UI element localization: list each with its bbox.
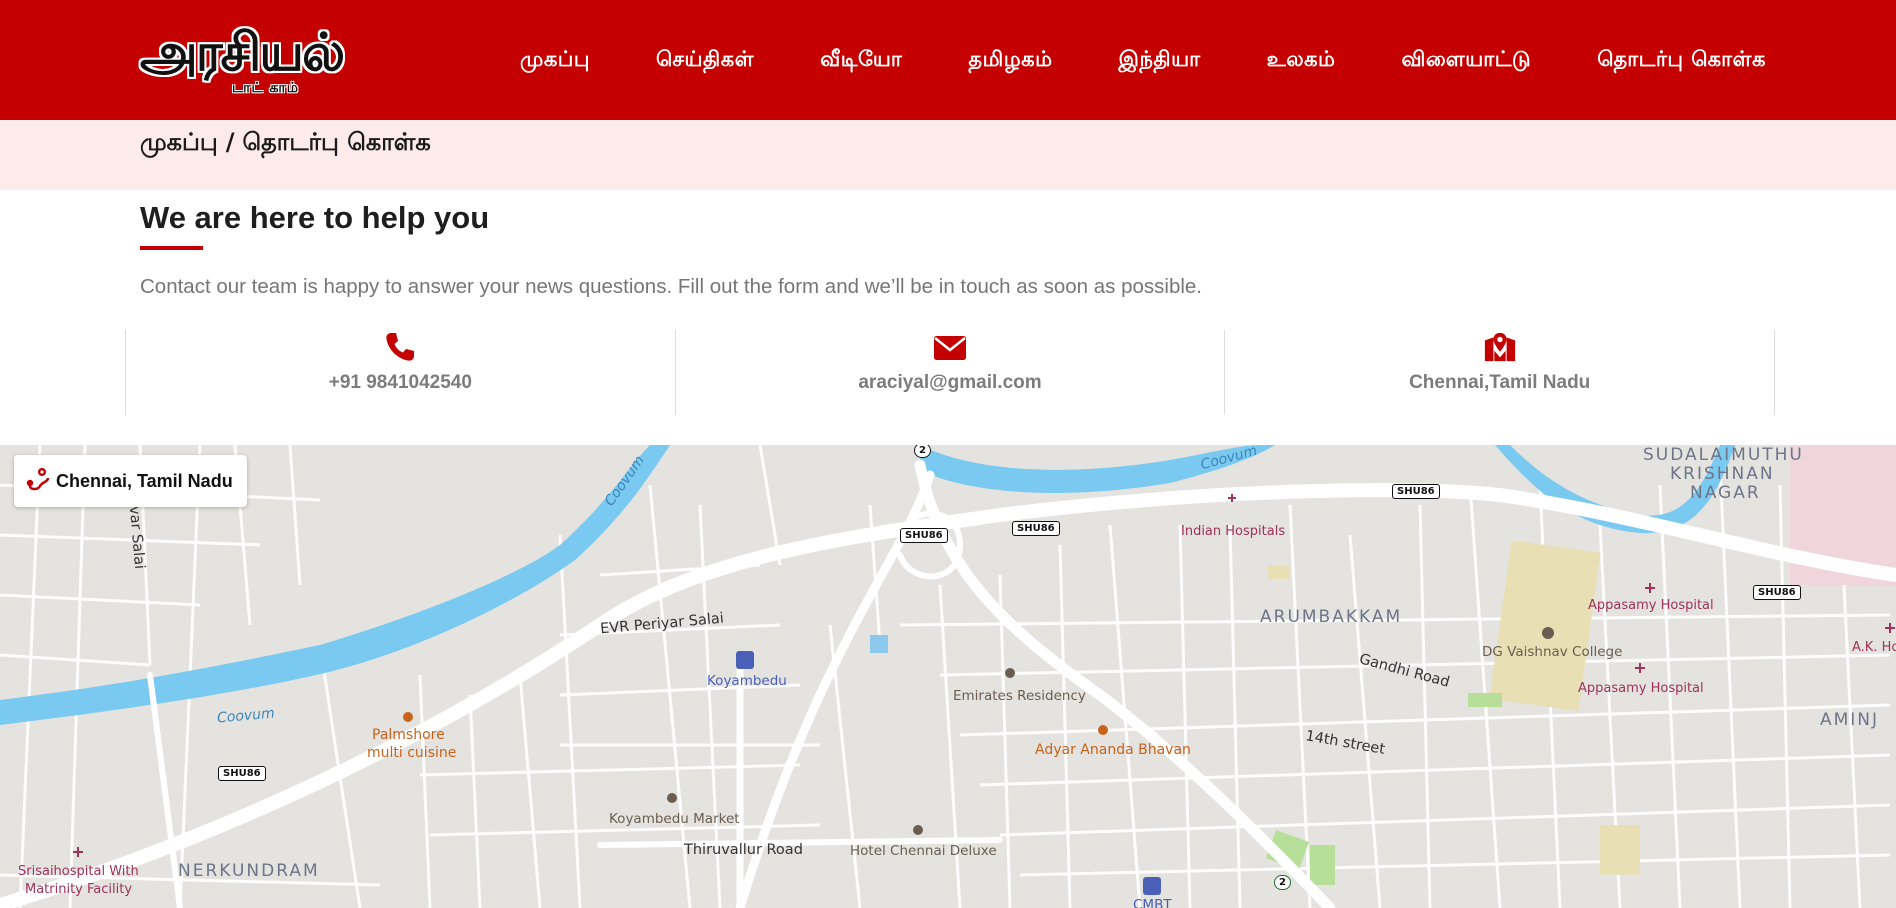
route-shield: SHU86 xyxy=(1753,585,1801,600)
map-label: Srisaihospital With xyxy=(18,864,139,879)
contact-card-phone: +91 9841042540 xyxy=(126,330,676,415)
route-shield: SHU86 xyxy=(1392,484,1440,499)
site-logo[interactable]: அரசியல் டாட் காம் xyxy=(140,22,350,102)
logo-main-text: அரசியல் xyxy=(140,22,345,83)
map-canvas[interactable] xyxy=(0,445,1896,908)
map-label: Appasamy Hospital xyxy=(1588,598,1714,613)
map-label: Indian Hospitals xyxy=(1181,524,1286,539)
embedded-map[interactable]: SUDALAIMUTHU KRISHNAN NAGAR Indian Hospi… xyxy=(0,445,1896,908)
phone-icon xyxy=(383,330,417,364)
nav-item-world[interactable]: உலகம் xyxy=(1267,47,1336,74)
nav-item-tamilnadu[interactable]: தமிழகம் xyxy=(968,47,1052,74)
route-shield: 2 xyxy=(914,445,931,458)
main-nav: முகப்பு செய்திகள் வீடியோ தமிழகம் இந்தியா… xyxy=(520,0,1766,120)
envelope-icon xyxy=(933,330,967,364)
route-shield: SHU86 xyxy=(1012,521,1060,536)
contact-cards: +91 9841042540 araciyal@gmail.com Chenna… xyxy=(125,330,1776,415)
contact-card-email: araciyal@gmail.com xyxy=(676,330,1226,415)
contact-card-location: Chennai,Tamil Nadu xyxy=(1225,330,1776,415)
map-label: A.K. Ho xyxy=(1852,640,1896,655)
map-label: multi cuisine xyxy=(367,745,457,761)
map-label: Hotel Chennai Deluxe xyxy=(850,843,997,859)
map-label: Koyambedu Market xyxy=(609,811,740,827)
map-label: Koyambedu xyxy=(707,673,787,689)
map-location-badge[interactable]: Chennai, Tamil Nadu xyxy=(14,455,247,507)
map-label: NERKUNDRAM xyxy=(178,861,320,881)
nav-item-home[interactable]: முகப்பு xyxy=(520,47,590,74)
breadcrumb: முகப்பு / தொடர்பு கொள்க xyxy=(140,128,431,159)
nav-item-contact[interactable]: தொடர்பு கொள்க xyxy=(1597,47,1766,74)
phone-number-link[interactable]: +91 9841042540 xyxy=(329,372,472,394)
route-shield: 2 xyxy=(1274,875,1291,890)
map-label: DG Vaishnav College xyxy=(1482,644,1623,660)
breadcrumb-separator: / xyxy=(225,128,235,156)
map-label: Thiruvallur Road xyxy=(684,842,803,858)
breadcrumb-current: தொடர்பு கொள்க xyxy=(242,128,431,156)
breadcrumb-home-link[interactable]: முகப்பு xyxy=(140,128,218,156)
map-label: Emirates Residency xyxy=(953,688,1086,704)
nav-item-sports[interactable]: விளையாட்டு xyxy=(1402,47,1532,74)
map-label: SUDALAIMUTHU xyxy=(1643,445,1804,465)
map-label: KRISHNAN xyxy=(1670,464,1775,484)
map-label: Matrinity Facility xyxy=(25,882,133,897)
map-marker-icon xyxy=(1483,330,1517,364)
route-shield: SHU86 xyxy=(218,766,266,781)
map-label: ARUMBAKKAM xyxy=(1260,607,1403,627)
intro-text: Contact our team is happy to answer your… xyxy=(140,275,1203,298)
directions-icon xyxy=(24,466,50,496)
map-label: NAGAR xyxy=(1690,483,1761,503)
map-label: AMINJ xyxy=(1820,710,1880,730)
nav-item-india[interactable]: இந்தியா xyxy=(1119,47,1201,74)
page-title: We are here to help you xyxy=(140,200,490,235)
map-label: CMBT xyxy=(1133,897,1172,908)
nav-item-video[interactable]: வீடியோ xyxy=(820,47,902,74)
site-header: அரசியல் டாட் காம் முகப்பு செய்திகள் வீடி… xyxy=(0,0,1896,120)
map-label: Appasamy Hospital xyxy=(1578,681,1704,696)
title-underline xyxy=(140,246,203,250)
map-label: Adyar Ananda Bhavan xyxy=(1035,742,1191,758)
route-shield: SHU86 xyxy=(900,528,948,543)
location-text: Chennai,Tamil Nadu xyxy=(1409,372,1591,393)
map-location-label: Chennai, Tamil Nadu xyxy=(56,470,233,491)
email-link[interactable]: araciyal@gmail.com xyxy=(858,372,1041,394)
map-label: Palmshore xyxy=(372,727,445,743)
logo-sub-text: டாட் காம் xyxy=(232,80,300,96)
nav-item-news[interactable]: செய்திகள் xyxy=(656,47,754,74)
